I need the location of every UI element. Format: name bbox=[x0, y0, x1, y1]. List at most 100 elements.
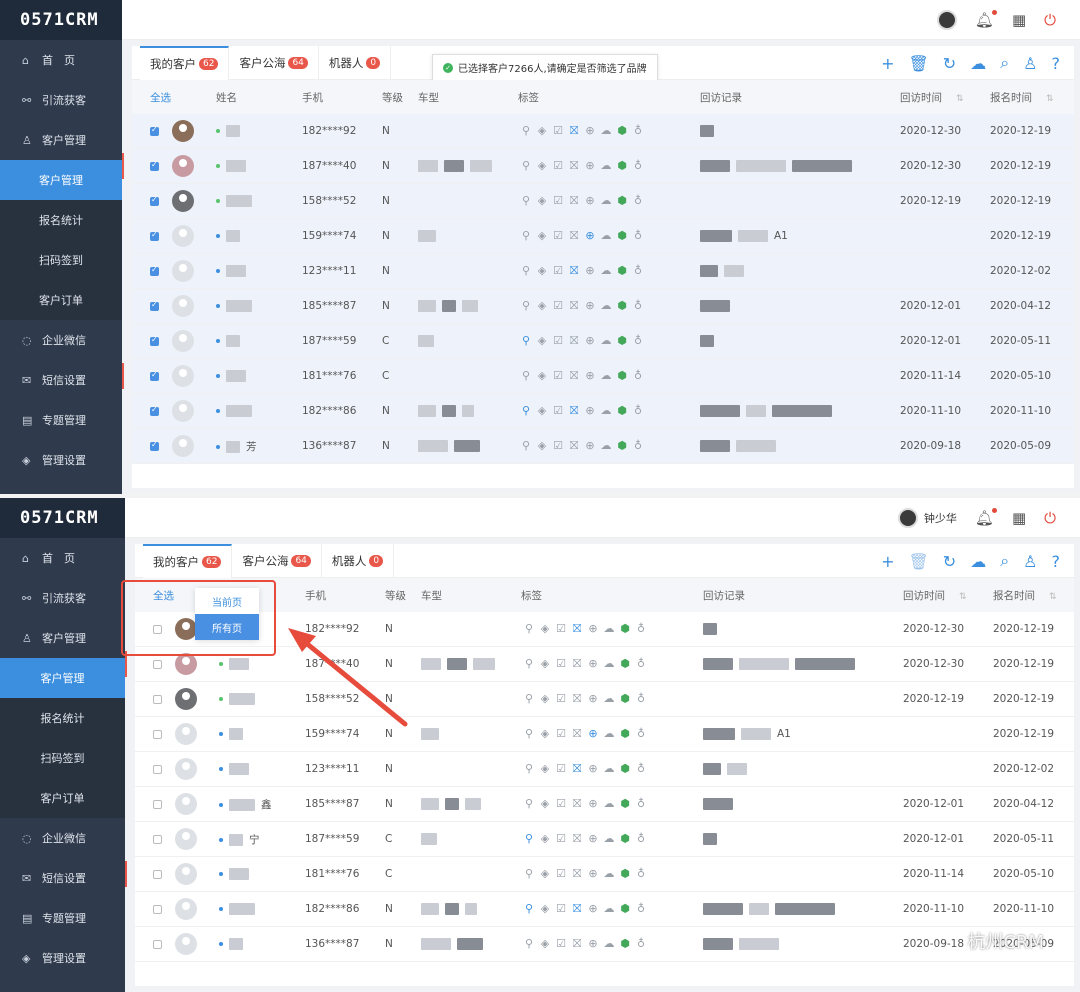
tab-my-customers[interactable]: 我的客户 62 bbox=[143, 543, 233, 578]
wechat-icon[interactable]: ☁ bbox=[601, 727, 617, 740]
shop-4s-icon[interactable]: ⬢ bbox=[614, 334, 630, 347]
tag-icon[interactable]: ◈ bbox=[534, 229, 550, 242]
map-pin-tag-icon[interactable]: ⚲ bbox=[518, 404, 534, 417]
tag-icon[interactable]: ◈ bbox=[534, 124, 550, 137]
coin-icon[interactable]: ⊕ bbox=[585, 902, 601, 915]
money-bag-icon[interactable]: ♁ bbox=[633, 762, 649, 775]
tag-icon[interactable]: ◈ bbox=[534, 299, 550, 312]
row-checkbox-cell[interactable] bbox=[150, 195, 159, 207]
calendar-check-icon[interactable]: ☑ bbox=[550, 404, 566, 417]
row-checkbox-cell[interactable] bbox=[153, 798, 162, 810]
map-pin-tag-icon[interactable]: ⚲ bbox=[521, 832, 537, 845]
shop-4s-icon[interactable]: ⬢ bbox=[617, 727, 633, 740]
row-checkbox[interactable] bbox=[150, 265, 159, 276]
money-bag-icon[interactable]: ♁ bbox=[633, 657, 649, 670]
row-checkbox[interactable] bbox=[150, 370, 159, 381]
tag-icon[interactable]: ◈ bbox=[537, 657, 553, 670]
coin-icon[interactable]: ⊕ bbox=[582, 229, 598, 242]
coin-icon[interactable]: ⊕ bbox=[585, 937, 601, 950]
money-bag-icon[interactable]: ♁ bbox=[633, 937, 649, 950]
customer-name[interactable] bbox=[216, 230, 246, 242]
map-pin-tag-icon[interactable]: ⚲ bbox=[518, 159, 534, 172]
sidebar-item[interactable]: ⚯ 引流获客 bbox=[0, 578, 125, 618]
row-checkbox-cell[interactable] bbox=[150, 265, 159, 277]
customer-name[interactable] bbox=[219, 658, 255, 670]
customer-name[interactable] bbox=[216, 160, 252, 172]
shop-4s-icon[interactable]: ⬢ bbox=[614, 229, 630, 242]
wechat-icon[interactable]: ☁ bbox=[598, 159, 614, 172]
tag-icon[interactable]: ◈ bbox=[537, 797, 553, 810]
customer-name[interactable] bbox=[216, 265, 252, 277]
gift-icon[interactable]: ⛝ bbox=[569, 832, 585, 846]
map-pin-tag-icon[interactable]: ⚲ bbox=[521, 657, 537, 670]
coin-icon[interactable]: ⊕ bbox=[582, 124, 598, 137]
calendar-check-icon[interactable]: ☑ bbox=[553, 832, 569, 845]
money-bag-icon[interactable]: ♁ bbox=[630, 369, 646, 382]
map-pin-tag-icon[interactable]: ⚲ bbox=[521, 692, 537, 705]
tag-icon[interactable]: ◈ bbox=[534, 334, 550, 347]
refresh-icon[interactable]: ↻ bbox=[943, 54, 956, 73]
coin-icon[interactable]: ⊕ bbox=[585, 832, 601, 845]
trash-icon[interactable]: 🗑︎ bbox=[908, 54, 928, 73]
calendar-check-icon[interactable]: ☑ bbox=[553, 797, 569, 810]
row-checkbox-cell[interactable] bbox=[153, 903, 162, 915]
row-checkbox[interactable] bbox=[153, 659, 162, 669]
customer-name[interactable] bbox=[216, 335, 246, 347]
gift-icon[interactable]: ⛝ bbox=[566, 264, 582, 278]
sidebar-item[interactable]: ✉ 短信设置 bbox=[0, 360, 122, 400]
wechat-icon[interactable]: ☁ bbox=[598, 404, 614, 417]
visit-time-header[interactable]: 回访时间 ⇅ bbox=[900, 90, 964, 105]
table-row[interactable]: 宁 187****59 C ⚲ ◈ ☑ ⛝ ⊕ ☁ ⬢ ♁ 2020-12-01 2020-05-11 bbox=[135, 822, 1074, 857]
row-checkbox-cell[interactable] bbox=[153, 658, 162, 670]
coin-icon[interactable]: ⊕ bbox=[582, 159, 598, 172]
table-row[interactable]: 158****52 N ⚲◈☑⛝⊕☁⬢♁ 2020-12-19 2020-12-19 bbox=[135, 682, 1074, 717]
table-row[interactable]: 159****74 N ⚲◈☑⛝⊕☁⬢♁ A1 2020-12-19 bbox=[135, 717, 1074, 752]
row-checkbox-cell[interactable] bbox=[150, 300, 159, 312]
map-pin-tag-icon[interactable]: ⚲ bbox=[518, 194, 534, 207]
map-pin-tag-icon[interactable]: ⚲ bbox=[518, 334, 534, 347]
sidebar-item[interactable]: 客户管理 bbox=[0, 160, 122, 200]
wechat-icon[interactable]: ☁ bbox=[598, 334, 614, 347]
coin-icon[interactable]: ⊕ bbox=[585, 657, 601, 670]
calendar-check-icon[interactable]: ☑ bbox=[550, 124, 566, 137]
tag-icon[interactable]: ◈ bbox=[537, 727, 553, 740]
coin-icon[interactable]: ⊕ bbox=[582, 404, 598, 417]
shop-4s-icon[interactable]: ⬢ bbox=[617, 762, 633, 775]
row-checkbox[interactable] bbox=[153, 799, 162, 809]
user-name[interactable]: 钟少华 bbox=[924, 510, 957, 526]
table-row[interactable]: 187****40 N ⚲◈☑⛝⊕☁⬢♁ 2020-12-30 2020-12-19 bbox=[122, 149, 1074, 184]
trash-icon[interactable]: 🗑︎ bbox=[908, 552, 928, 571]
coin-icon[interactable]: ⊕ bbox=[585, 692, 601, 705]
wechat-icon[interactable]: ☁ bbox=[601, 797, 617, 810]
money-bag-icon[interactable]: ♁ bbox=[630, 334, 646, 347]
bell-icon[interactable]: 🔔︎ bbox=[975, 9, 997, 29]
coin-icon[interactable]: ⊕ bbox=[582, 299, 598, 312]
coin-icon[interactable]: ⊕ bbox=[585, 762, 601, 775]
money-bag-icon[interactable]: ♁ bbox=[630, 124, 646, 137]
shop-4s-icon[interactable]: ⬢ bbox=[614, 299, 630, 312]
table-row[interactable]: 123****11 N ⚲◈☑⛝⊕☁⬢♁ 2020-12-02 bbox=[135, 752, 1074, 787]
table-row[interactable]: 158****52 N ⚲◈☑⛝⊕☁⬢♁ 2020-12-19 2020-12-19 bbox=[132, 184, 1074, 219]
reg-time-header[interactable]: 报名时间 ⇅ bbox=[993, 588, 1057, 603]
tab-public-pool[interactable]: 客户公海 64 bbox=[229, 45, 319, 80]
map-pin-tag-icon[interactable]: ⚲ bbox=[521, 902, 537, 915]
shop-4s-icon[interactable]: ⬢ bbox=[617, 797, 633, 810]
customer-name[interactable] bbox=[219, 868, 255, 880]
map-pin-tag-icon[interactable]: ⚲ bbox=[521, 797, 537, 810]
wechat-icon[interactable]: ☁ bbox=[601, 692, 617, 705]
coin-icon[interactable]: ⊕ bbox=[585, 797, 601, 810]
shop-4s-icon[interactable]: ⬢ bbox=[617, 657, 633, 670]
row-checkbox-cell[interactable] bbox=[150, 160, 159, 172]
calendar-check-icon[interactable]: ☑ bbox=[553, 867, 569, 880]
sidebar-item[interactable]: 扫码签到 bbox=[0, 738, 125, 778]
sidebar-item[interactable]: ♙ 客户管理 bbox=[0, 120, 122, 160]
row-checkbox-cell[interactable] bbox=[150, 405, 159, 417]
sidebar-item[interactable]: 报名统计 bbox=[0, 200, 122, 240]
coin-icon[interactable]: ⊕ bbox=[585, 727, 601, 740]
customer-name[interactable] bbox=[219, 903, 261, 915]
map-pin-tag-icon[interactable]: ⚲ bbox=[518, 264, 534, 277]
tag-icon[interactable]: ◈ bbox=[534, 159, 550, 172]
gift-icon[interactable]: ⛝ bbox=[569, 762, 585, 776]
calendar-check-icon[interactable]: ☑ bbox=[553, 762, 569, 775]
calendar-check-icon[interactable]: ☑ bbox=[550, 369, 566, 382]
